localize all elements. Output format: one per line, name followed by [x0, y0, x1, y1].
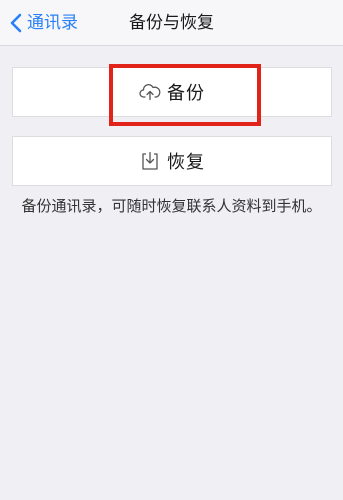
restore-button-label: 恢复: [167, 152, 205, 173]
backup-button-label: 备份: [167, 83, 205, 104]
tray-download-icon: [139, 150, 161, 172]
restore-button[interactable]: 恢复: [12, 136, 332, 186]
navigation-bar: 通讯录 备份与恢复: [0, 0, 343, 46]
backup-button[interactable]: 备份: [12, 67, 332, 117]
backup-description: 备份通讯录，可随时恢复联系人资料到手机。: [21, 197, 322, 215]
page-title: 备份与恢复: [129, 13, 214, 33]
cloud-upload-icon: [139, 81, 161, 103]
